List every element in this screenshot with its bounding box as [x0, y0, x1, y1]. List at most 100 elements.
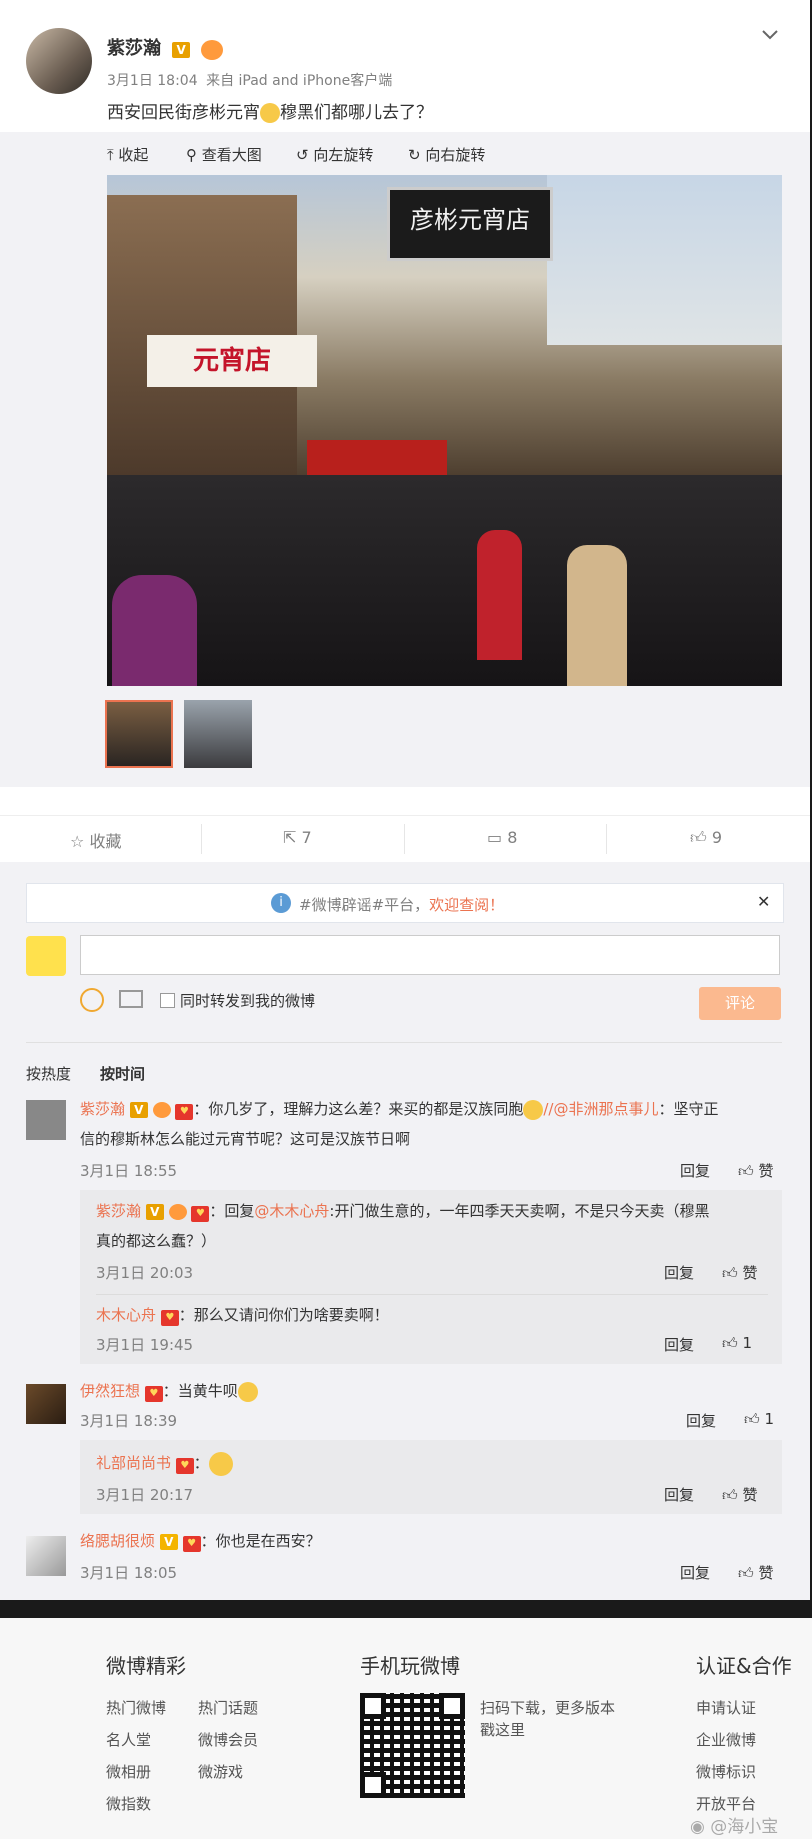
close-icon[interactable]: ✕ [757, 892, 770, 911]
watermark: ◉ @海小宝 [690, 1812, 778, 1837]
thumbs-up-icon: 👍︎ [744, 1410, 760, 1428]
like-count: 9 [711, 828, 723, 847]
sub-commenter-name[interactable]: 木木心舟 [96, 1306, 156, 1324]
comment-avatar[interactable] [26, 1536, 66, 1576]
sub-text-a: ：回复 [209, 1202, 255, 1220]
footer-link[interactable]: 热门话题 [198, 1697, 258, 1718]
sort-hot-tab[interactable]: 按热度 [26, 1063, 71, 1084]
like-label: 1 [764, 1410, 775, 1428]
footer-link[interactable]: 申请认证 [696, 1697, 756, 1718]
like-label: 赞 [742, 1486, 758, 1504]
mention-link[interactable]: @木木心舟 [254, 1202, 329, 1220]
submit-comment-button[interactable]: 评论 [699, 987, 781, 1020]
author-avatar[interactable] [26, 28, 92, 94]
sub-text-a: ： [193, 1454, 209, 1472]
footer-qr-desc-line1[interactable]: 扫码下载，更多版本 [480, 1697, 615, 1718]
comment-avatar[interactable] [26, 1384, 66, 1424]
sub-commenter-name[interactable]: 紫莎瀚 [96, 1202, 141, 1220]
footer-link[interactable]: 微指数 [106, 1793, 151, 1814]
footer-link[interactable]: 微游戏 [198, 1761, 243, 1782]
info-icon: i [271, 893, 291, 913]
comment-avatar[interactable] [26, 1100, 66, 1140]
member-badge-icon: ♥ [191, 1206, 210, 1222]
verified-badge-icon: V [159, 1534, 178, 1550]
comment-button[interactable]: ▭ 8 [487, 828, 517, 847]
like-comment-button[interactable]: 👍︎ 赞 [738, 1562, 773, 1583]
sub-commenter-name[interactable]: 礼部尚尚书 [96, 1454, 171, 1472]
like-comment-button[interactable]: 👍︎ 赞 [722, 1262, 757, 1283]
emoji-picker-icon[interactable] [80, 988, 104, 1012]
reply-button[interactable]: 回复 [664, 1334, 694, 1355]
chevron-down-icon[interactable] [760, 28, 780, 42]
comment-time: 3月1日 18:05 [80, 1564, 178, 1582]
action-divider [606, 824, 607, 854]
post-text-part-a: 西安回民街彦彬元宵 [107, 103, 260, 123]
like-comment-button[interactable]: 👍︎ 赞 [722, 1484, 757, 1505]
reply-button[interactable]: 回复 [664, 1484, 694, 1505]
post-source: 来自 iPad and iPhone客户端 [206, 73, 393, 89]
mention-link[interactable]: //@非洲那点事儿 [543, 1100, 658, 1118]
qr-code-icon[interactable] [360, 1693, 465, 1798]
sort-time-tab[interactable]: 按时间 [100, 1063, 145, 1084]
rotate-right-button[interactable]: ↻ 向右旋转 [408, 144, 485, 165]
share-button[interactable]: ⇱ 7 [283, 828, 312, 847]
photo-person-beige [567, 545, 627, 686]
notice-prefix: #微博辟谣#平台， [299, 896, 430, 914]
photo-sky [547, 175, 782, 345]
qr-corner [360, 1693, 386, 1719]
commenter-name[interactable]: 伊然狂想 [80, 1382, 140, 1400]
collapse-icon: ⤒ [107, 146, 114, 164]
commenter-name[interactable]: 络腮胡很烦 [80, 1532, 155, 1550]
collapse-button[interactable]: ⤒ 收起 [107, 144, 148, 165]
share-icon: ⇱ [283, 828, 297, 847]
author-name[interactable]: 紫莎瀚 [107, 38, 161, 59]
like-button[interactable]: 👍︎ 9 [690, 828, 722, 848]
comment-text: 络腮胡很烦 V ♥ ：你也是在西安？ [80, 1526, 321, 1556]
footer-link[interactable]: 微博标识 [696, 1761, 756, 1782]
footer-link[interactable]: 开放平台 [696, 1793, 756, 1814]
repost-checkbox[interactable] [160, 993, 175, 1008]
footer-link[interactable]: 微相册 [106, 1761, 151, 1782]
footer-qr-desc-line2[interactable]: 戳这里 [480, 1719, 525, 1740]
post-time[interactable]: 3月1日 18:04 [107, 73, 198, 89]
like-label: 赞 [758, 1564, 774, 1582]
like-comment-button[interactable]: 👍︎ 1 [744, 1410, 774, 1429]
thumbnail-1[interactable] [105, 700, 173, 768]
favorite-button[interactable]: ☆ 收藏 [70, 828, 121, 852]
footer-link[interactable]: 名人堂 [106, 1729, 151, 1750]
like-label: 赞 [742, 1264, 758, 1282]
like-comment-button[interactable]: 👍︎ 1 [722, 1334, 752, 1353]
verified-badge-icon: V [172, 42, 191, 58]
reply-button[interactable]: 回复 [686, 1410, 716, 1431]
sub-comment-text: 紫莎瀚 V ♥ ：回复@木木心舟:开门做生意的，一年四季天天卖啊，不是只今天卖（穆… [96, 1196, 776, 1226]
rumor-notice: i #微博辟谣#平台，欢迎查阅！ ✕ [26, 883, 784, 923]
sub-comment-time: 3月1日 20:03 [96, 1264, 194, 1282]
reply-button[interactable]: 回复 [680, 1160, 710, 1181]
photo-crowd [107, 475, 782, 686]
thumbs-up-icon: 👍︎ [738, 1162, 754, 1180]
commenter-name[interactable]: 紫莎瀚 [80, 1100, 125, 1118]
member-badge-icon: ♥ [144, 1386, 163, 1402]
comment-icon: ▭ [487, 828, 503, 847]
repost-label: 同时转发到我的微博 [180, 992, 316, 1010]
comment-time: 3月1日 18:39 [80, 1412, 178, 1430]
reply-button[interactable]: 回复 [680, 1562, 710, 1583]
rotate-left-button[interactable]: ↺ 向左旋转 [296, 144, 373, 165]
member-badge-icon: ♥ [160, 1310, 179, 1326]
street-photo[interactable]: 彦彬元宵店 元宵店 [107, 175, 782, 686]
thumbs-up-icon: 👍︎ [738, 1564, 754, 1582]
sub-comment-text: 礼部尚尚书 ♥： [96, 1448, 233, 1478]
footer-link[interactable]: 企业微博 [696, 1729, 756, 1750]
footer-link[interactable]: 热门微博 [106, 1697, 166, 1718]
reply-button[interactable]: 回复 [664, 1262, 694, 1283]
photo-shop-sign: 元宵店 [147, 335, 317, 387]
image-icon[interactable] [119, 990, 143, 1008]
comment-input[interactable] [80, 935, 780, 975]
notice-text[interactable]: #微博辟谣#平台，欢迎查阅！ [299, 894, 504, 915]
favorite-label: 收藏 [89, 832, 122, 851]
view-large-button[interactable]: ⚲ 查看大图 [186, 144, 262, 165]
view-large-label: 查看大图 [201, 146, 262, 164]
footer-link[interactable]: 微博会员 [198, 1729, 258, 1750]
like-comment-button[interactable]: 👍︎ 赞 [738, 1160, 773, 1181]
thumbnail-2[interactable] [184, 700, 252, 768]
